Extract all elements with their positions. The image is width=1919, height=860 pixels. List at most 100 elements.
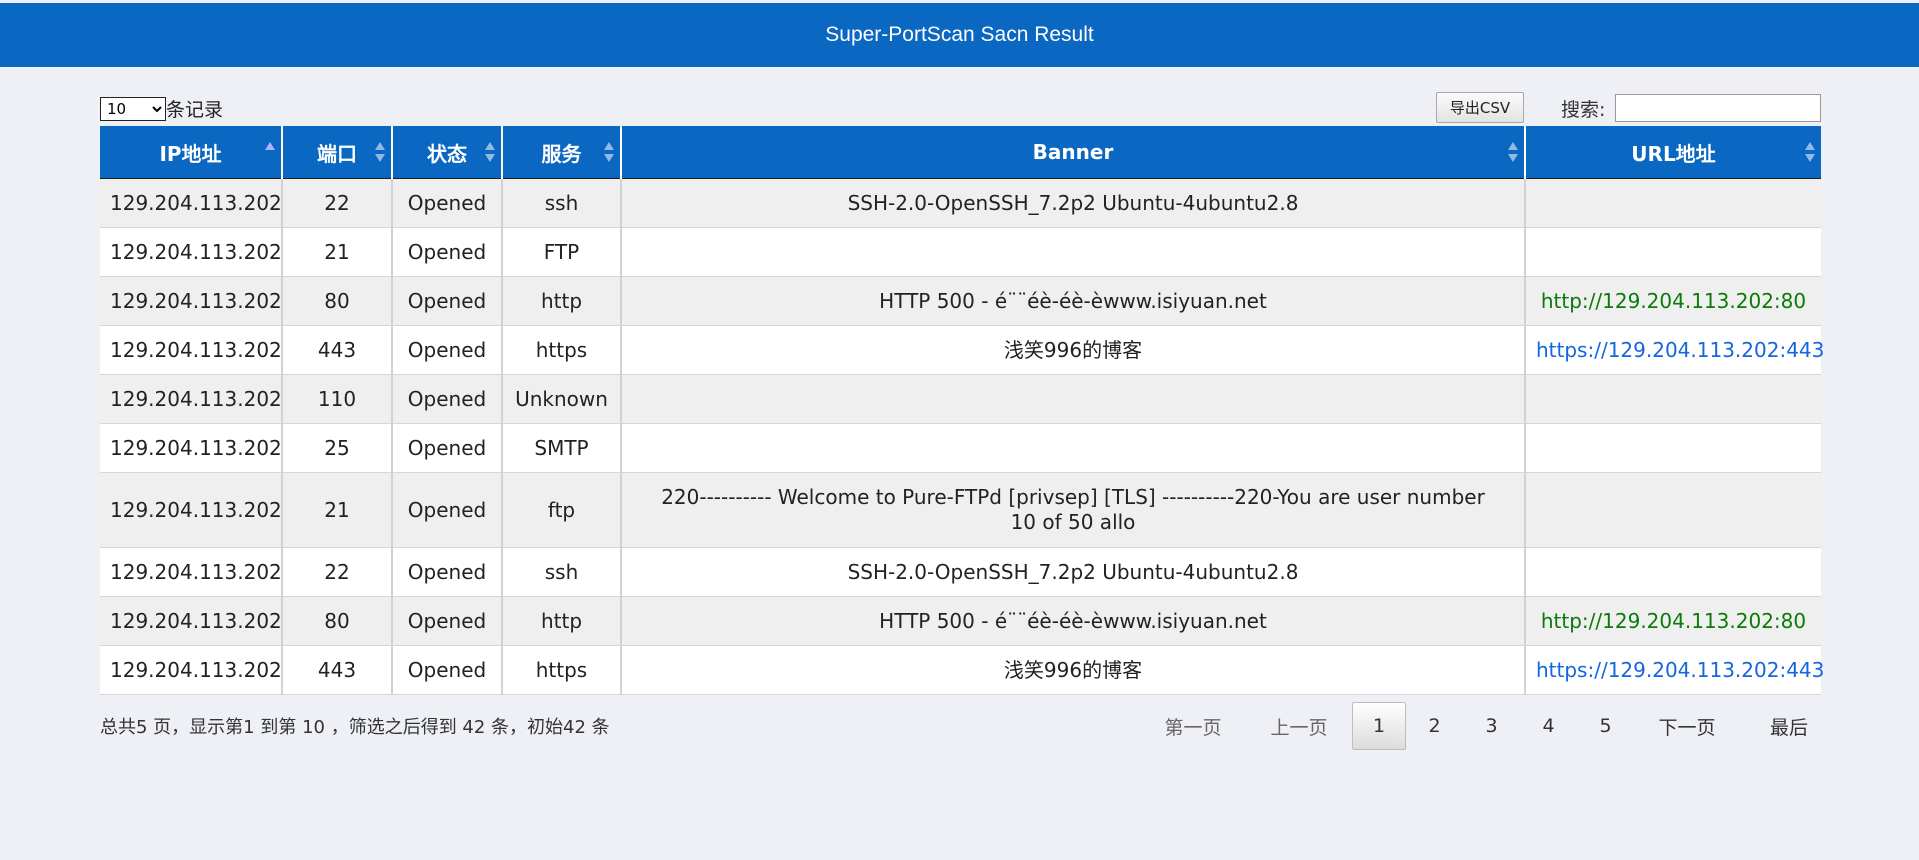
- cell-status: Opened: [392, 423, 503, 473]
- cell-url: [1525, 227, 1821, 277]
- sort-asc-icon: [265, 141, 275, 163]
- cell-ip: 129.204.113.202: [100, 276, 283, 326]
- cell-banner: [621, 374, 1526, 424]
- page-button-5[interactable]: 5: [1577, 702, 1634, 750]
- search-input[interactable]: [1615, 94, 1821, 122]
- export-csv-button[interactable]: 导出CSV: [1436, 92, 1524, 123]
- page-button-1[interactable]: 1: [1352, 702, 1406, 750]
- column-header-url[interactable]: URL地址: [1525, 126, 1821, 179]
- sort-icon: [1805, 141, 1815, 163]
- cell-status: Opened: [392, 645, 503, 695]
- first-page-button[interactable]: 第一页: [1140, 702, 1246, 750]
- cell-url: [1525, 547, 1821, 597]
- table-row: 129.204.113.202 443 Opened https 浅笑996的博…: [100, 325, 1824, 375]
- prev-page-button[interactable]: 上一页: [1246, 702, 1352, 750]
- column-header-service[interactable]: 服务: [502, 126, 622, 179]
- cell-ip: 129.204.113.202: [100, 423, 283, 473]
- cell-banner: SSH-2.0-OpenSSH_7.2p2 Ubuntu-4ubuntu2.8: [621, 547, 1526, 597]
- cell-ip: 129.204.113.202: [100, 547, 283, 597]
- table-row: 129.204.113.202 25 Opened SMTP: [100, 423, 1821, 473]
- cell-url: [1525, 374, 1821, 424]
- page-length-label: 条记录: [166, 99, 224, 121]
- url-link[interactable]: https://129.204.113.202:443: [1536, 338, 1824, 362]
- cell-service: FTP: [502, 227, 622, 277]
- cell-port: 80: [282, 596, 393, 646]
- cell-port: 110: [282, 374, 393, 424]
- page-button-2[interactable]: 2: [1406, 702, 1463, 750]
- sort-icon: [485, 141, 495, 163]
- cell-port: 21: [282, 227, 393, 277]
- column-header-port[interactable]: 端口: [282, 126, 393, 179]
- cell-banner: 浅笑996的博客: [621, 645, 1526, 695]
- cell-ip: 129.204.113.202: [100, 374, 283, 424]
- cell-url: [1525, 423, 1821, 473]
- page-button-3[interactable]: 3: [1463, 702, 1520, 750]
- sort-icon: [604, 141, 614, 163]
- cell-url: https://129.204.113.202:443: [1525, 325, 1824, 375]
- search-label: 搜索:: [1561, 99, 1606, 121]
- cell-port: 80: [282, 276, 393, 326]
- cell-port: 22: [282, 547, 393, 597]
- cell-status: Opened: [392, 227, 503, 277]
- table-info: 总共5 页，显示第1 到第 10 ，筛选之后得到 42 条，初始42 条: [100, 717, 610, 738]
- cell-url: http://129.204.113.202:80: [1525, 596, 1821, 646]
- page-length-select[interactable]: 10: [100, 96, 166, 121]
- table-controls: 10 条记录 导出CSV 搜索:: [100, 92, 1821, 124]
- cell-service: http: [502, 596, 622, 646]
- column-header-status[interactable]: 状态: [392, 126, 503, 179]
- cell-banner: 220---------- Welcome to Pure-FTPd [priv…: [621, 472, 1526, 548]
- cell-ip: 129.204.113.202: [100, 227, 283, 277]
- page-header: Super-PortScan Sacn Result: [0, 3, 1919, 67]
- cell-service: ssh: [502, 178, 622, 228]
- cell-service: Unknown: [502, 374, 622, 424]
- column-header-banner[interactable]: Banner: [621, 126, 1526, 179]
- cell-service: http: [502, 276, 622, 326]
- url-link[interactable]: http://129.204.113.202:80: [1541, 609, 1806, 633]
- cell-url: http://129.204.113.202:80: [1525, 276, 1821, 326]
- cell-port: 443: [282, 325, 393, 375]
- cell-service: ssh: [502, 547, 622, 597]
- url-link[interactable]: http://129.204.113.202:80: [1541, 289, 1806, 313]
- cell-url: [1525, 178, 1821, 228]
- cell-ip: 129.204.113.202: [100, 178, 283, 228]
- cell-banner: [621, 423, 1526, 473]
- page-title: Super-PortScan Sacn Result: [825, 23, 1094, 46]
- cell-service: https: [502, 645, 622, 695]
- table-header-row: IP地址 端口 状态 服务 Banner URL地址: [100, 126, 1821, 179]
- cell-status: Opened: [392, 178, 503, 228]
- cell-status: Opened: [392, 547, 503, 597]
- cell-ip: 129.204.113.202: [100, 645, 283, 695]
- cell-banner: HTTP 500 - é¨¨éè-éè-èwww.isiyuan.net: [621, 276, 1526, 326]
- cell-status: Opened: [392, 596, 503, 646]
- cell-port: 21: [282, 472, 393, 548]
- table-row: 129.204.113.202 80 Opened http HTTP 500 …: [100, 276, 1821, 326]
- page-length-control: 10 条记录: [100, 95, 223, 122]
- table-row: 129.204.113.202 22 Opened ssh SSH-2.0-Op…: [100, 178, 1821, 228]
- next-page-button[interactable]: 下一页: [1634, 702, 1740, 750]
- pagination: 第一页 上一页 1 2 3 4 5 下一页 最后: [1140, 701, 1838, 751]
- page-button-4[interactable]: 4: [1520, 702, 1577, 750]
- sort-icon: [375, 141, 385, 163]
- cell-service: https: [502, 325, 622, 375]
- sort-icon: [1508, 141, 1518, 163]
- cell-url: https://129.204.113.202:443: [1525, 645, 1824, 695]
- cell-banner: 浅笑996的博客: [621, 325, 1526, 375]
- cell-ip: 129.204.113.202: [100, 472, 283, 548]
- cell-banner: [621, 227, 1526, 277]
- cell-status: Opened: [392, 374, 503, 424]
- table-row: 129.204.113.202 21 Opened FTP: [100, 227, 1821, 277]
- table-row: 129.204.113.202 80 Opened http HTTP 500 …: [100, 596, 1821, 646]
- table-row: 129.204.113.202 443 Opened https 浅笑996的博…: [100, 645, 1824, 695]
- last-page-button[interactable]: 最后: [1740, 702, 1838, 750]
- cell-ip: 129.204.113.202: [100, 325, 283, 375]
- url-link[interactable]: https://129.204.113.202:443: [1536, 658, 1824, 682]
- cell-port: 22: [282, 178, 393, 228]
- cell-ip: 129.204.113.202: [100, 596, 283, 646]
- cell-port: 25: [282, 423, 393, 473]
- scan-results-table: IP地址 端口 状态 服务 Banner URL地址 129.204.113.2…: [100, 126, 1824, 695]
- table-row: 129.204.113.202 22 Opened ssh SSH-2.0-Op…: [100, 547, 1821, 597]
- cell-status: Opened: [392, 472, 503, 548]
- cell-status: Opened: [392, 325, 503, 375]
- column-header-ip[interactable]: IP地址: [100, 126, 283, 179]
- cell-url: [1525, 472, 1821, 548]
